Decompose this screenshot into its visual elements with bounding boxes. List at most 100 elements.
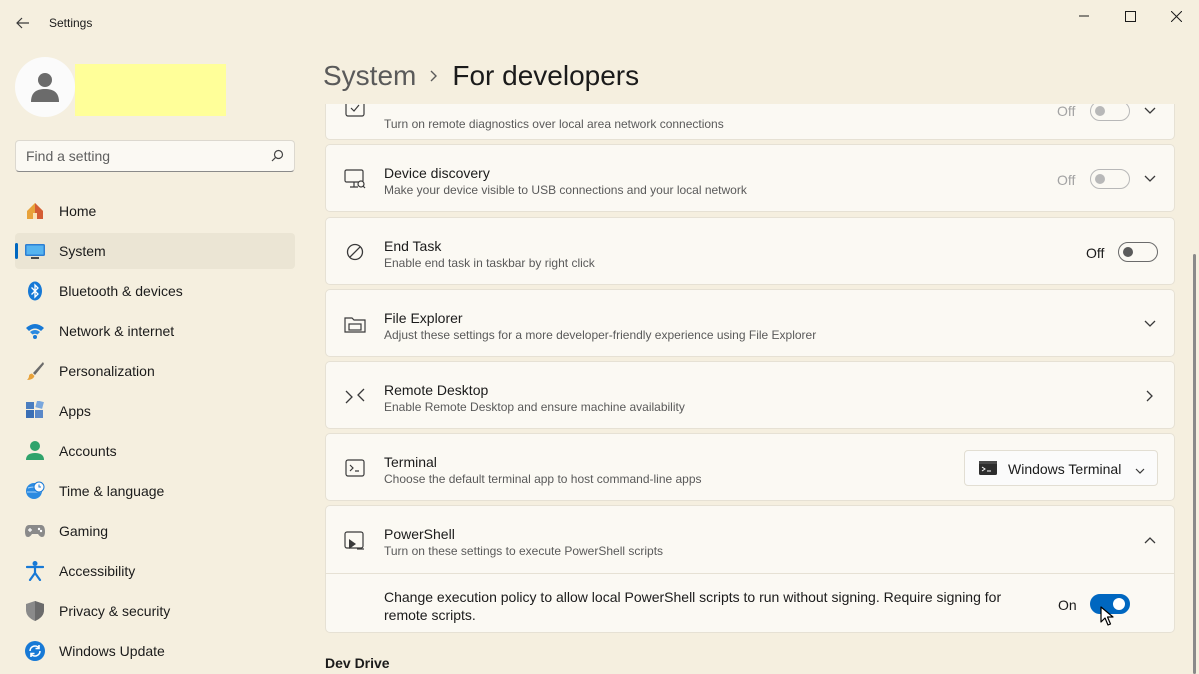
setting-title: Terminal [384, 454, 437, 470]
sidebar-item-label: Home [59, 203, 97, 219]
chevron-right-icon[interactable] [1142, 388, 1158, 404]
brush-icon [25, 361, 45, 381]
shield-icon [25, 601, 45, 621]
sidebar-item-label: Accounts [59, 443, 117, 459]
setting-card-terminal[interactable]: Terminal Choose the default terminal app… [325, 433, 1175, 501]
sidebar-item-network[interactable]: Network & internet [15, 313, 295, 349]
windows-terminal-icon [979, 461, 997, 480]
setting-card-device-discovery[interactable]: Device discovery Make your device visibl… [325, 144, 1175, 212]
setting-card-end-task[interactable]: End Task Enable end task in taskbar by r… [325, 217, 1175, 285]
sidebar-item-windows-update[interactable]: Windows Update [15, 633, 295, 669]
setting-card-remote-diagnostics[interactable]: Turn on remote diagnostics over local ar… [325, 104, 1175, 140]
maximize-button[interactable] [1107, 0, 1153, 32]
sidebar-item-label: Network & internet [59, 323, 175, 339]
toggle-state-label: Off [1086, 245, 1105, 261]
toggle-state-label: Off [1057, 104, 1076, 119]
setting-title: Device discovery [384, 165, 490, 181]
search-input[interactable] [16, 141, 266, 171]
sidebar-item-bluetooth[interactable]: Bluetooth & devices [15, 273, 295, 309]
chevron-right-icon [430, 70, 438, 82]
mouse-pointer-icon [1100, 606, 1114, 626]
breadcrumb-parent-link[interactable]: System [323, 60, 416, 92]
chevron-down-icon [1135, 462, 1145, 480]
setting-description: Make your device visible to USB connecti… [384, 183, 747, 197]
toggle-state-label: Off [1057, 172, 1076, 188]
minimize-button[interactable] [1061, 0, 1107, 32]
execution-policy-text: Change execution policy to allow local P… [384, 589, 1002, 623]
setting-title: End Task [384, 238, 442, 254]
remote-desktop-icon [344, 385, 366, 407]
setting-card-remote-desktop[interactable]: Remote Desktop Enable Remote Desktop and… [325, 361, 1175, 429]
sidebar-item-gaming[interactable]: Gaming [15, 513, 295, 549]
gamepad-icon [25, 521, 45, 541]
system-icon [25, 241, 45, 261]
sidebar-item-label: Accessibility [59, 563, 136, 579]
page-title: For developers [452, 60, 640, 91]
close-icon [1170, 10, 1182, 22]
sidebar-item-label: Bluetooth & devices [59, 283, 183, 299]
file-explorer-icon [344, 313, 366, 335]
app-title: Settings [49, 16, 93, 30]
setting-description: Enable Remote Desktop and ensure machine… [384, 400, 685, 414]
user-name-redacted [75, 64, 226, 116]
remote-diagnostics-toggle[interactable] [1090, 104, 1130, 121]
sidebar-item-accounts[interactable]: Accounts [15, 433, 295, 469]
sidebar-item-home[interactable]: Home [15, 193, 295, 229]
sidebar-item-accessibility[interactable]: Accessibility [15, 553, 295, 589]
title-bar: Settings [0, 0, 1199, 46]
sidebar-item-label: System [59, 243, 106, 259]
sidebar-item-time-language[interactable]: Time & language [15, 473, 295, 509]
wifi-icon [25, 321, 45, 341]
setting-description: Enable end task in taskbar by right clic… [384, 256, 595, 270]
avatar[interactable] [15, 57, 75, 117]
setting-title: PowerShell [384, 526, 455, 542]
device-discovery-toggle[interactable] [1090, 169, 1130, 189]
settings-list: Turn on remote diagnostics over local ar… [325, 104, 1175, 674]
terminal-icon [344, 457, 366, 479]
update-icon [25, 641, 45, 661]
sidebar-item-label: Apps [59, 403, 91, 419]
accessibility-icon [25, 561, 45, 581]
end-task-toggle[interactable] [1118, 242, 1158, 262]
accounts-icon [25, 441, 45, 461]
section-title-dev-drive: Dev Drive [325, 655, 390, 671]
chevron-up-icon[interactable] [1142, 532, 1158, 548]
setting-title: File Explorer [384, 310, 463, 326]
search-icon [271, 149, 284, 162]
apps-icon [25, 401, 45, 421]
back-button[interactable] [8, 8, 38, 38]
maximize-icon [1124, 10, 1136, 22]
chevron-down-icon[interactable] [1142, 104, 1158, 119]
sidebar-nav: Home System Bluetooth & devices Network … [15, 193, 295, 673]
end-task-icon [344, 241, 366, 263]
divider [326, 573, 1174, 574]
toggle-state-label: On [1058, 597, 1077, 613]
sidebar-item-personalization[interactable]: Personalization [15, 353, 295, 389]
close-button[interactable] [1153, 0, 1199, 32]
terminal-app-dropdown[interactable]: Windows Terminal [964, 450, 1158, 486]
setting-card-powershell[interactable]: PowerShell Turn on these settings to exe… [325, 505, 1175, 633]
setting-description: Adjust these settings for a more develop… [384, 328, 817, 342]
minimize-icon [1079, 15, 1089, 17]
setting-card-file-explorer[interactable]: File Explorer Adjust these settings for … [325, 289, 1175, 357]
scrollbar[interactable] [1193, 254, 1196, 674]
sidebar-item-system[interactable]: System [15, 233, 295, 269]
setting-title: Remote Desktop [384, 382, 489, 398]
home-icon [25, 201, 45, 221]
diagnostics-icon [344, 104, 366, 119]
sidebar-item-label: Windows Update [59, 643, 165, 659]
chevron-down-icon[interactable] [1142, 316, 1158, 332]
chevron-down-icon[interactable] [1142, 171, 1158, 187]
setting-description: Turn on remote diagnostics over local ar… [384, 117, 724, 131]
device-discovery-icon [344, 168, 366, 190]
sidebar-item-privacy-security[interactable]: Privacy & security [15, 593, 295, 629]
sidebar-item-label: Gaming [59, 523, 109, 539]
powershell-icon [344, 530, 366, 552]
search-box[interactable] [15, 140, 295, 172]
dropdown-selected-value: Windows Terminal [1008, 461, 1122, 477]
sidebar-item-apps[interactable]: Apps [15, 393, 295, 429]
bluetooth-icon [25, 281, 45, 301]
breadcrumb: System For developers [323, 56, 639, 96]
setting-description: Choose the default terminal app to host … [384, 472, 702, 486]
sidebar-item-label: Time & language [59, 483, 165, 499]
